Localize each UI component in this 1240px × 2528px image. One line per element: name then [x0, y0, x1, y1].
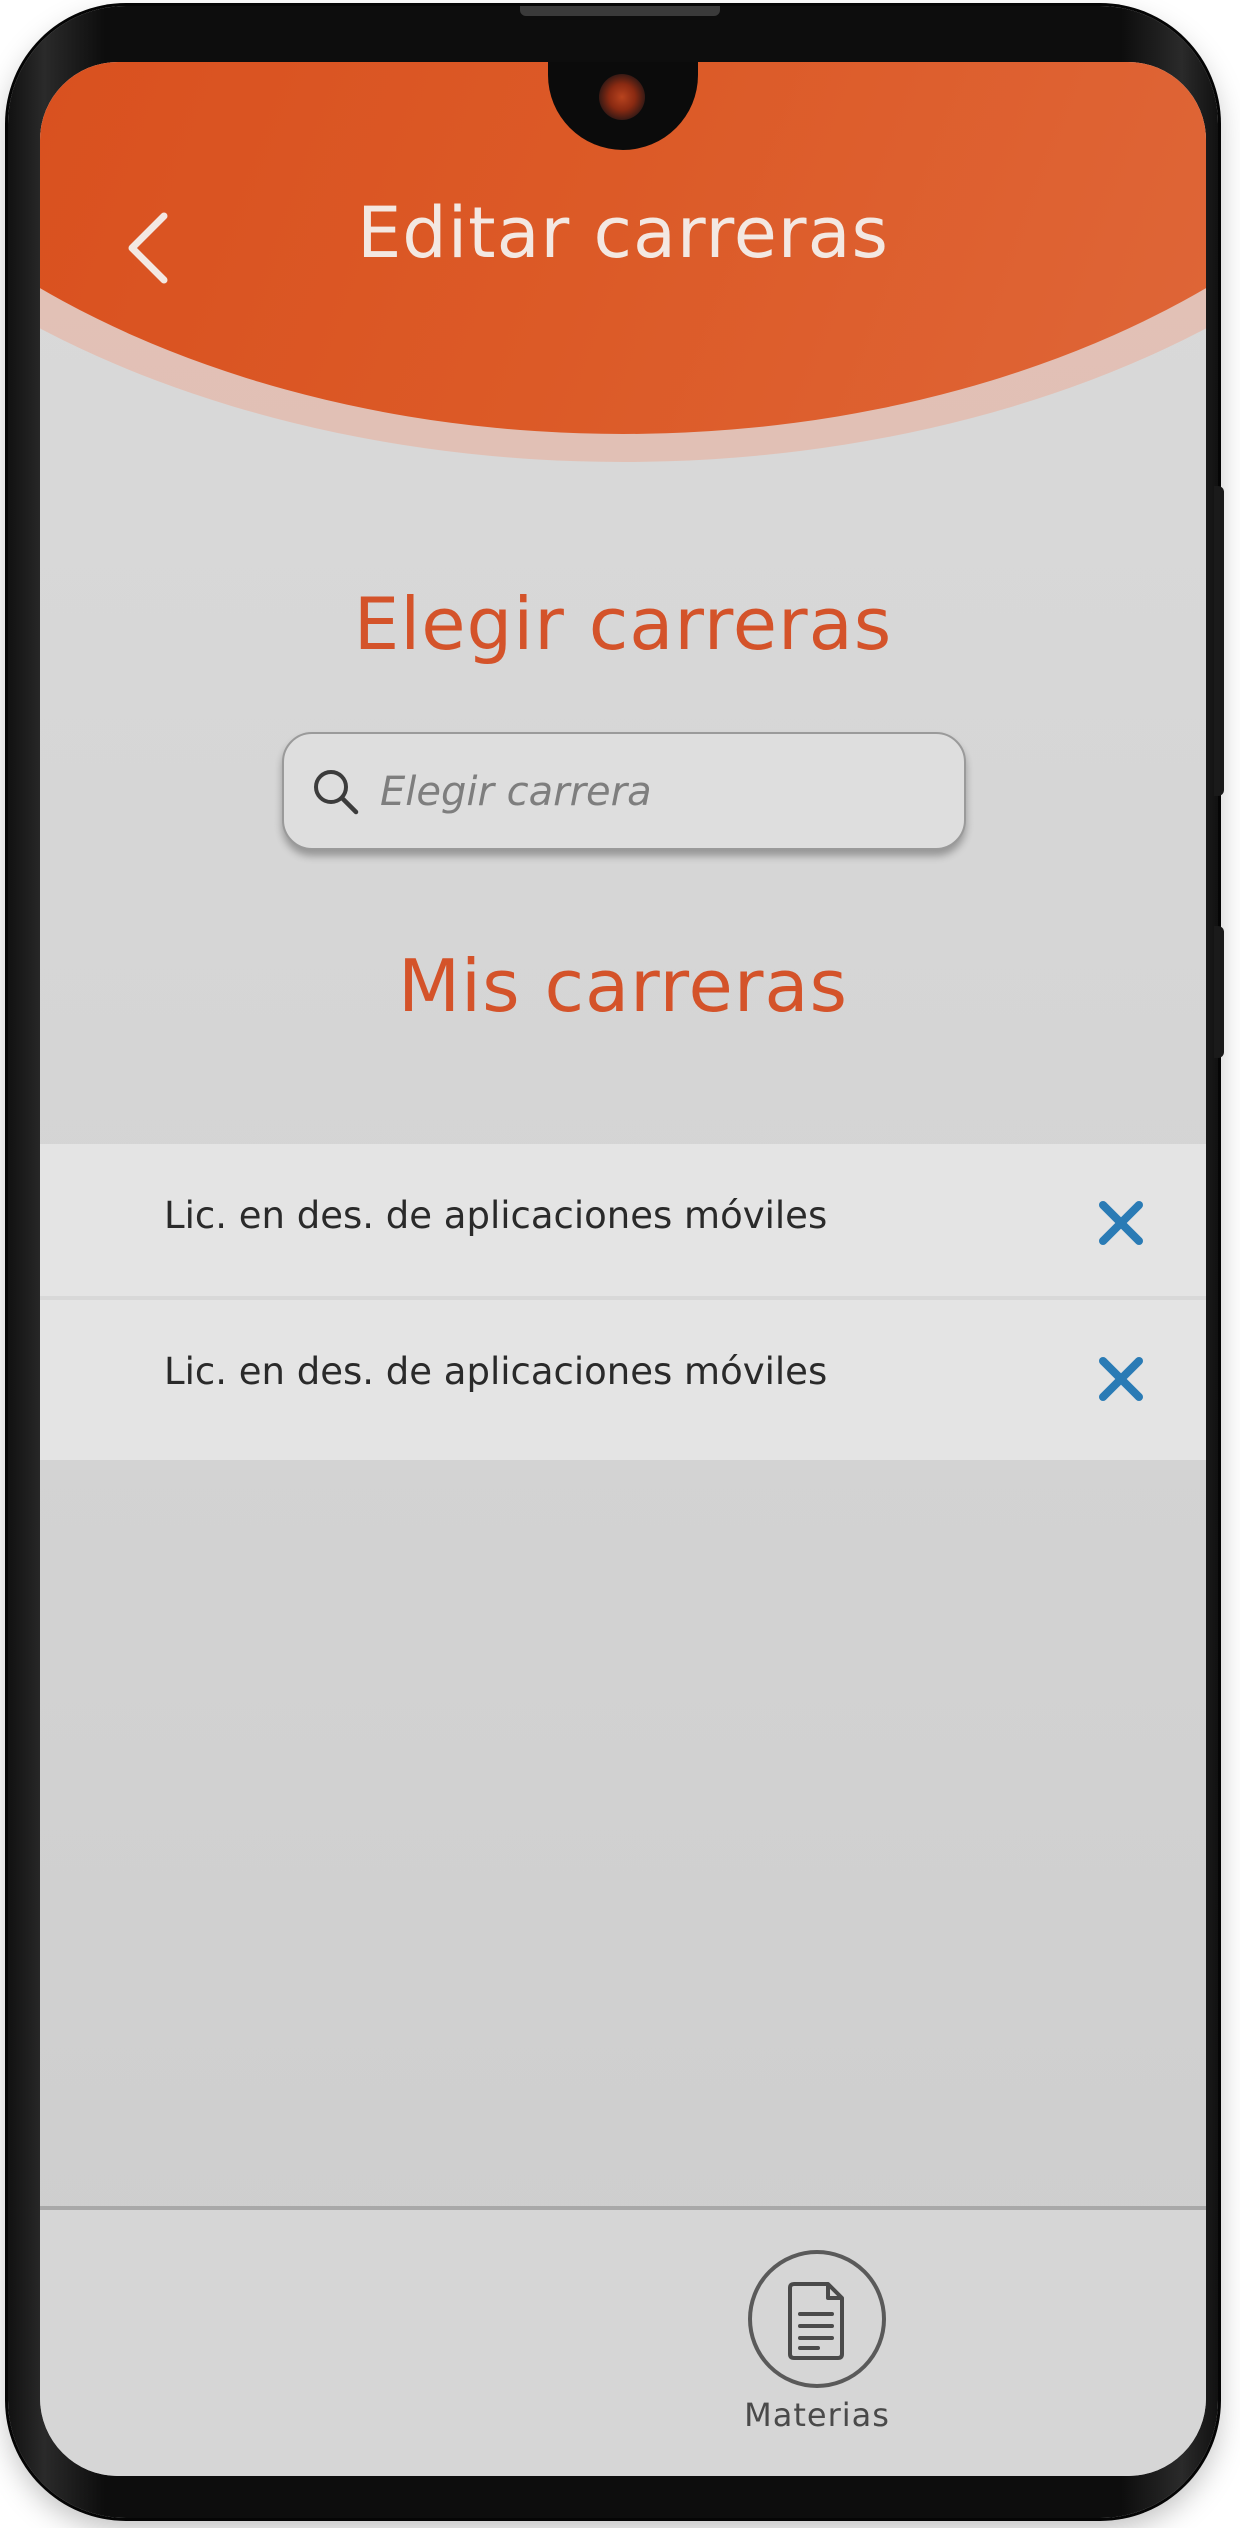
- document-icon: [788, 2282, 844, 2360]
- choose-careers-heading: Elegir carreras: [353, 582, 893, 666]
- career-search-box[interactable]: [282, 732, 966, 850]
- phone-frame: Editar carreras Elegir carreras Mis carr…: [8, 6, 1224, 2518]
- volume-button: [1214, 486, 1224, 796]
- my-careers-heading: Mis carreras: [397, 944, 849, 1028]
- career-list-item: Lic. en des. de aplicaciones móviles: [40, 1144, 1206, 1300]
- close-icon: [1099, 1201, 1143, 1245]
- page-title: Editar carreras: [357, 192, 889, 274]
- remove-career-button[interactable]: [1094, 1196, 1148, 1250]
- my-careers-list: Lic. en des. de aplicaciones móviles Lic…: [40, 1144, 1206, 1460]
- remove-career-button[interactable]: [1094, 1352, 1148, 1406]
- bottom-navigation: Materias: [40, 2206, 1206, 2476]
- career-search-input[interactable]: [378, 756, 942, 828]
- app-screen: Editar carreras Elegir carreras Mis carr…: [40, 62, 1206, 2476]
- front-camera: [599, 74, 645, 120]
- search-icon: [314, 770, 359, 815]
- career-list-item: Lic. en des. de aplicaciones móviles: [40, 1300, 1206, 1460]
- tab-label: Materias: [744, 2396, 890, 2434]
- close-icon: [1099, 1357, 1143, 1401]
- career-name: Lic. en des. de aplicaciones móviles: [164, 1350, 828, 1393]
- power-button: [1214, 926, 1224, 1058]
- tab-materias[interactable]: Materias: [720, 2250, 920, 2460]
- career-name: Lic. en des. de aplicaciones móviles: [164, 1194, 828, 1237]
- tab-icon-circle: [748, 2250, 886, 2388]
- speaker-slot: [520, 6, 720, 16]
